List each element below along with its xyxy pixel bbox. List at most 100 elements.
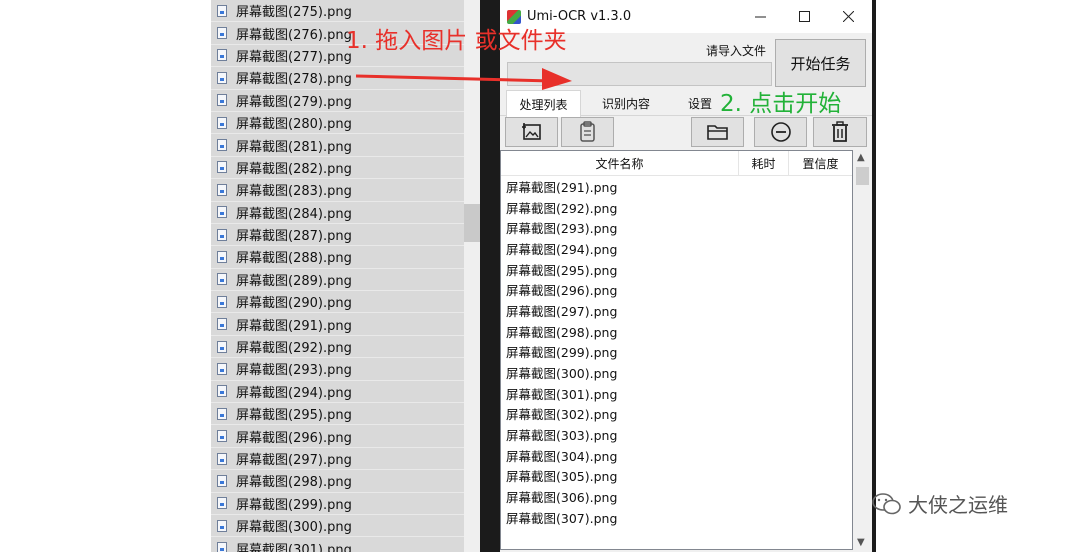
scroll-up-icon[interactable]: ▲ xyxy=(857,152,865,163)
explorer-file-name: 屏幕截图(292).png xyxy=(236,341,352,357)
explorer-file-item[interactable]: 屏幕截图(294).png xyxy=(211,381,464,404)
explorer-file-item[interactable]: 屏幕截图(288).png xyxy=(211,246,464,269)
explorer-file-item[interactable]: 屏幕截图(280).png xyxy=(211,112,464,135)
tab-recognized-content[interactable]: 识别内容 xyxy=(588,92,664,114)
explorer-file-item[interactable]: 屏幕截图(291).png xyxy=(211,313,464,336)
explorer-file-item[interactable]: 屏幕截图(287).png xyxy=(211,224,464,247)
table-row[interactable]: 屏幕截图(301).png xyxy=(501,383,852,404)
explorer-file-name: 屏幕截图(298).png xyxy=(236,475,352,491)
column-header-confidence[interactable]: 置信度 xyxy=(789,151,852,175)
table-row[interactable]: 屏幕截图(305).png xyxy=(501,466,852,487)
explorer-file-name: 屏幕截图(284).png xyxy=(236,206,352,222)
table-row[interactable]: 屏幕截图(306).png xyxy=(501,486,852,507)
table-scrollbar[interactable]: ▲ ▼ xyxy=(853,150,872,550)
add-image-icon xyxy=(521,123,541,140)
table-row[interactable]: 屏幕截图(304).png xyxy=(501,445,852,466)
image-file-icon xyxy=(217,519,227,532)
explorer-file-name: 屏幕截图(301).png xyxy=(236,542,352,552)
image-file-icon xyxy=(217,161,227,174)
image-file-icon xyxy=(217,206,227,219)
image-file-icon xyxy=(217,250,227,263)
image-file-icon xyxy=(217,542,227,552)
annotation-step1: 1. 拖入图片 或文件夹 xyxy=(346,28,567,54)
explorer-file-name: 屏幕截图(278).png xyxy=(236,72,352,88)
explorer-file-item[interactable]: 屏幕截图(297).png xyxy=(211,448,464,471)
table-row[interactable]: 屏幕截图(299).png xyxy=(501,342,852,363)
add-image-button[interactable] xyxy=(505,117,558,147)
explorer-file-item[interactable]: 屏幕截图(290).png xyxy=(211,291,464,314)
column-header-time[interactable]: 耗时 xyxy=(739,151,789,175)
table-row[interactable]: 屏幕截图(292).png xyxy=(501,197,852,218)
table-row[interactable]: 屏幕截图(294).png xyxy=(501,238,852,259)
watermark: 大侠之运维 xyxy=(872,489,1008,518)
explorer-file-item[interactable]: 屏幕截图(293).png xyxy=(211,358,464,381)
explorer-file-item[interactable]: 屏幕截图(279).png xyxy=(211,90,464,112)
explorer-file-item[interactable]: 屏幕截图(299).png xyxy=(211,493,464,515)
maximize-button[interactable] xyxy=(782,0,826,33)
clear-list-button[interactable] xyxy=(813,117,867,147)
explorer-file-item[interactable]: 屏幕截图(300).png xyxy=(211,515,464,538)
table-row[interactable]: 屏幕截图(295).png xyxy=(501,259,852,280)
explorer-file-item[interactable]: 屏幕截图(289).png xyxy=(211,269,464,292)
explorer-file-item[interactable]: 屏幕截图(296).png xyxy=(211,425,464,448)
table-row[interactable]: 屏幕截图(296).png xyxy=(501,279,852,300)
image-file-icon xyxy=(217,27,227,40)
column-header-filename[interactable]: 文件名称 xyxy=(501,151,739,175)
minimize-button[interactable] xyxy=(738,0,782,33)
drag-arrow-icon xyxy=(356,68,572,90)
start-task-button[interactable]: 开始任务 xyxy=(775,39,866,87)
paste-icon xyxy=(579,121,595,142)
wechat-icon xyxy=(872,492,901,514)
table-row[interactable]: 屏幕截图(307).png xyxy=(501,507,852,528)
table-row[interactable]: 屏幕截图(297).png xyxy=(501,300,852,321)
minimize-icon xyxy=(754,16,766,18)
explorer-file-item[interactable]: 屏幕截图(292).png xyxy=(211,336,464,359)
explorer-file-item[interactable]: 屏幕截图(298).png xyxy=(211,470,464,493)
explorer-file-name: 屏幕截图(283).png xyxy=(236,184,352,200)
table-row[interactable]: 屏幕截图(298).png xyxy=(501,321,852,342)
close-icon xyxy=(842,11,854,22)
tab-process-list[interactable]: 处理列表 xyxy=(506,90,581,117)
explorer-file-name: 屏幕截图(299).png xyxy=(236,497,352,513)
explorer-file-name: 屏幕截图(287).png xyxy=(236,229,352,245)
explorer-scroll-thumb[interactable] xyxy=(464,204,480,242)
annotation-step2: 2. 点击开始 xyxy=(720,91,842,117)
explorer-file-item[interactable]: 屏幕截图(295).png xyxy=(211,403,464,426)
scroll-thumb[interactable] xyxy=(856,167,869,185)
paste-button[interactable] xyxy=(561,117,614,147)
image-file-icon xyxy=(217,71,227,84)
file-table: 文件名称 耗时 置信度 屏幕截图(291).png 屏幕截图(292).png 屏幕… xyxy=(500,150,853,550)
table-row[interactable]: 屏幕截图(293).png xyxy=(501,217,852,238)
close-button[interactable] xyxy=(826,0,870,33)
explorer-file-item[interactable]: 屏幕截图(281).png xyxy=(211,134,464,157)
explorer-file-item[interactable]: 屏幕截图(282).png xyxy=(211,157,464,180)
open-folder-button[interactable] xyxy=(691,117,744,147)
explorer-file-name: 屏幕截图(291).png xyxy=(236,318,352,334)
explorer-file-name: 屏幕截图(300).png xyxy=(236,520,352,536)
image-file-icon xyxy=(217,430,227,443)
table-row[interactable]: 屏幕截图(302).png xyxy=(501,404,852,425)
explorer-file-name: 屏幕截图(277).png xyxy=(236,49,352,65)
image-file-icon xyxy=(217,474,227,487)
image-file-icon xyxy=(217,273,227,286)
image-file-icon xyxy=(217,407,227,420)
explorer-file-item[interactable]: 屏幕截图(275).png xyxy=(211,0,464,23)
divider xyxy=(872,0,876,552)
explorer-file-item[interactable]: 屏幕截图(284).png xyxy=(211,202,464,224)
scroll-down-icon[interactable]: ▼ xyxy=(857,537,865,548)
table-row[interactable]: 屏幕截图(300).png xyxy=(501,362,852,383)
image-file-icon xyxy=(217,452,227,465)
explorer-file-item[interactable]: 屏幕截图(283).png xyxy=(211,179,464,202)
remove-item-button[interactable] xyxy=(754,117,807,147)
explorer-file-name: 屏幕截图(280).png xyxy=(236,117,352,133)
image-file-icon xyxy=(217,116,227,129)
table-header: 文件名称 耗时 置信度 xyxy=(501,151,852,176)
table-row[interactable]: 屏幕截图(303).png xyxy=(501,424,852,445)
image-file-icon xyxy=(217,362,227,375)
table-body: 屏幕截图(291).png 屏幕截图(292).png 屏幕截图(293).png 屏… xyxy=(501,176,852,528)
image-file-icon xyxy=(217,139,227,152)
explorer-file-item[interactable]: 屏幕截图(301).png xyxy=(211,537,464,552)
image-file-icon xyxy=(217,183,227,196)
explorer-file-name: 屏幕截图(293).png xyxy=(236,363,352,379)
table-row[interactable]: 屏幕截图(291).png xyxy=(501,176,852,197)
